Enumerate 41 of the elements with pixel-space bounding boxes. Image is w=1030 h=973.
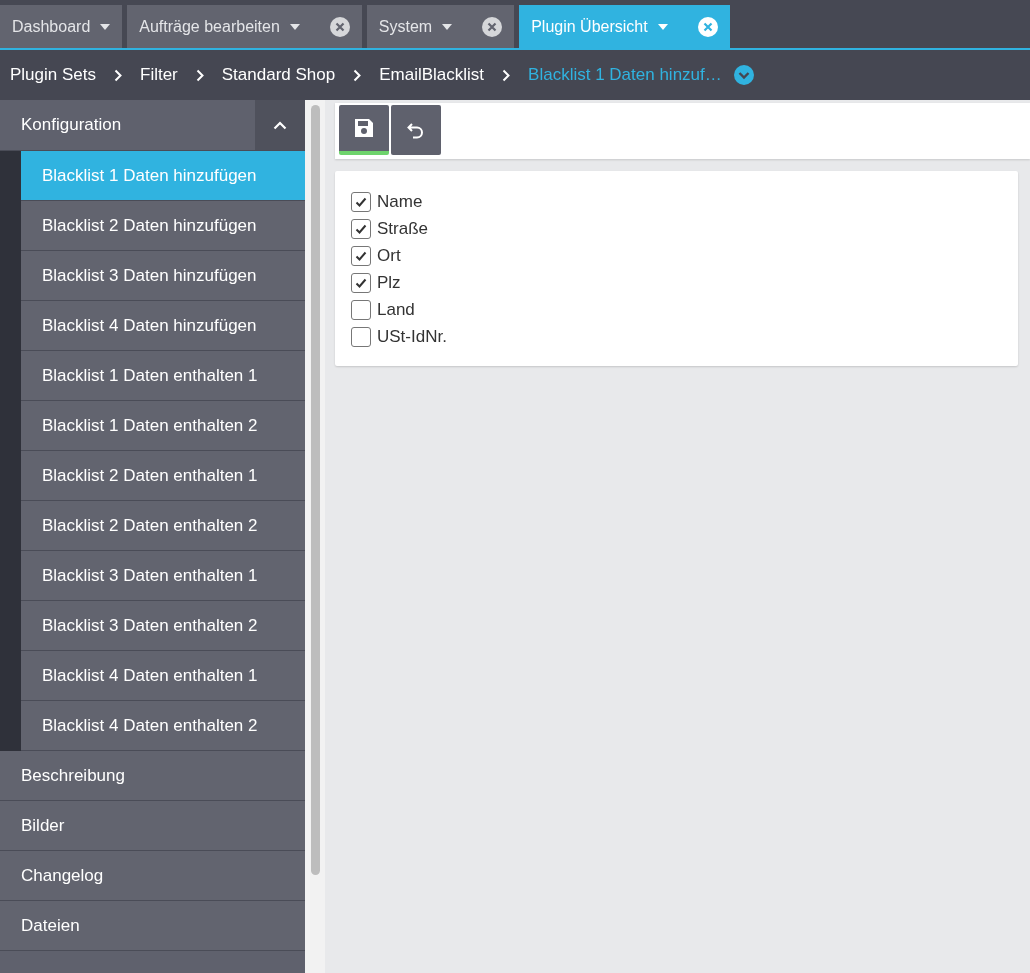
checkbox-label: Plz — [377, 273, 401, 293]
undo-icon — [406, 120, 426, 140]
caret-icon — [442, 23, 453, 30]
close-icon[interactable] — [329, 16, 350, 37]
chevron-right-icon — [195, 68, 204, 82]
chevron-down-icon[interactable] — [733, 65, 754, 85]
tab[interactable]: Aufträge bearbeiten — [127, 5, 362, 48]
chevron-right-icon — [114, 68, 122, 82]
scrollbar-thumb[interactable] — [310, 105, 320, 875]
close-icon[interactable] — [697, 16, 718, 37]
caret-icon — [657, 23, 668, 30]
save-button[interactable] — [339, 105, 389, 155]
checkbox-label: Ort — [377, 246, 401, 266]
checkbox-label: Straße — [377, 219, 429, 239]
checkbox-label: USt-IdNr. — [377, 327, 447, 347]
checkbox[interactable] — [351, 300, 371, 320]
breadcrumb-link[interactable]: EmailBlacklist — [379, 65, 485, 85]
checkbox-label: Name — [377, 192, 423, 212]
breadcrumb-link[interactable]: Blacklist 1 Daten hinzuf… — [528, 65, 722, 85]
checkbox-label: Land — [377, 300, 415, 320]
tab[interactable]: Dashboard — [0, 5, 123, 48]
checkbox[interactable] — [351, 327, 371, 347]
checkbox[interactable] — [351, 219, 371, 239]
checkmark-icon — [355, 278, 367, 288]
checkmark-icon — [355, 224, 367, 234]
caret-icon — [289, 23, 300, 30]
checkbox[interactable] — [351, 192, 371, 212]
breadcrumb-link[interactable]: Plugin Sets — [10, 65, 96, 85]
checkmark-icon — [355, 197, 367, 207]
chevron-up-icon — [273, 120, 287, 130]
tab[interactable]: System — [366, 5, 515, 48]
undo-button[interactable] — [391, 105, 441, 155]
chevron-right-icon — [502, 68, 511, 82]
checkmark-icon — [355, 251, 367, 261]
breadcrumb-link[interactable]: Standard Shop — [221, 65, 336, 85]
close-icon[interactable] — [482, 16, 503, 37]
breadcrumb-link[interactable]: Filter — [140, 65, 178, 85]
caret-icon — [100, 23, 111, 30]
chevron-right-icon — [353, 68, 362, 82]
checkbox[interactable] — [351, 273, 371, 293]
checkbox[interactable] — [351, 246, 371, 266]
